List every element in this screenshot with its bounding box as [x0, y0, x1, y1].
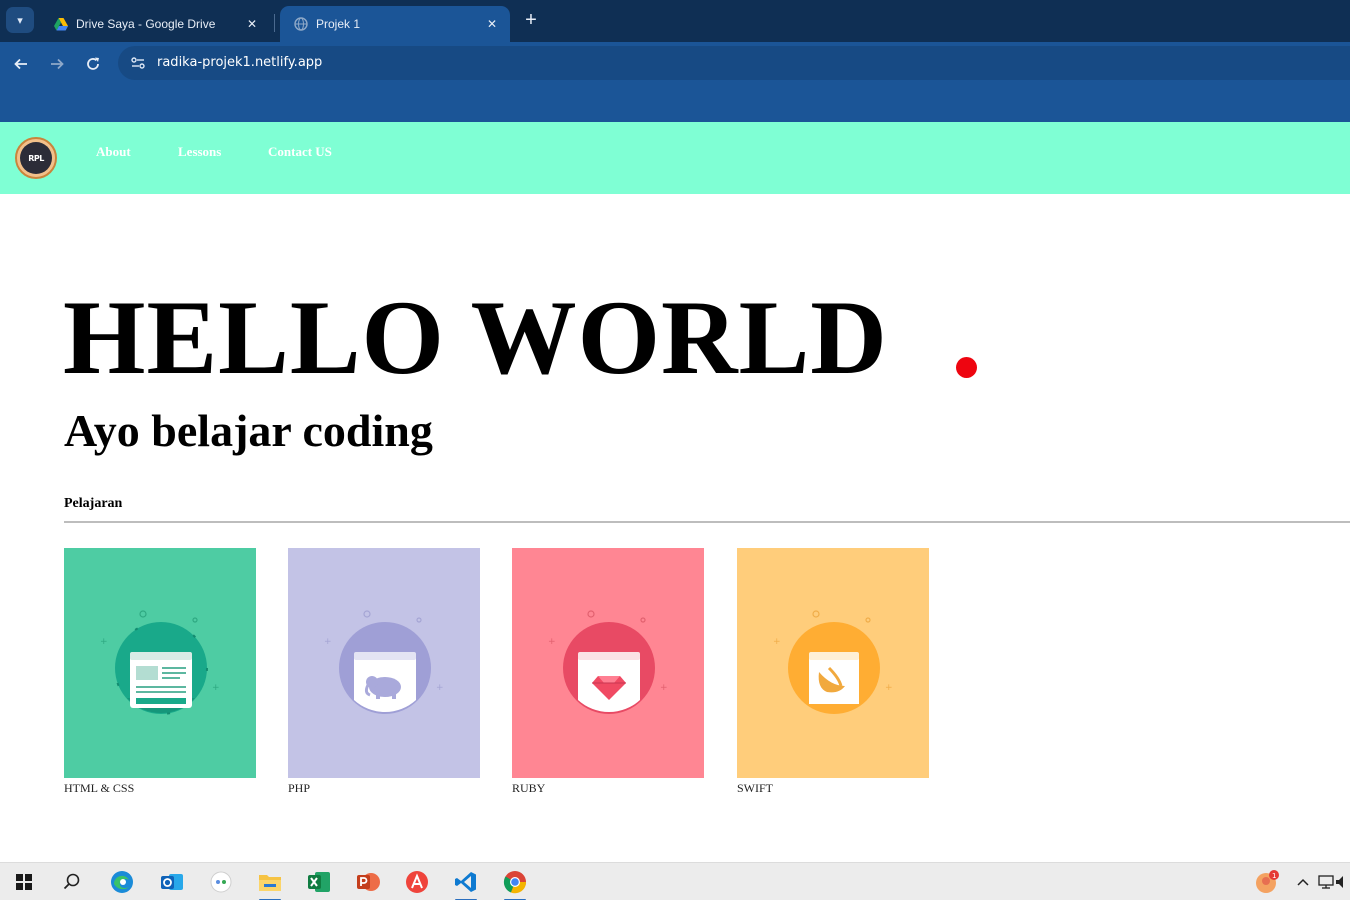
svg-text:+: + — [885, 683, 893, 693]
site-logo[interactable]: RPL — [15, 137, 57, 179]
svg-text:+: + — [773, 637, 781, 647]
lesson-label[interactable]: SWIFT — [737, 781, 773, 796]
search-icon[interactable] — [57, 867, 87, 897]
windows-taskbar: 1 — [0, 862, 1350, 900]
section-title-pelajaran: Pelajaran — [64, 496, 123, 511]
svg-text:+: + — [436, 683, 444, 693]
section-divider — [64, 521, 1350, 523]
vscode-icon[interactable] — [451, 867, 481, 900]
address-bar[interactable]: radika-projek1.netlify.app — [118, 46, 1350, 80]
lesson-label[interactable]: HTML & CSS — [64, 781, 134, 796]
logo-text: RPL — [20, 142, 52, 174]
site-info-icon[interactable] — [130, 55, 146, 71]
reload-button[interactable] — [81, 52, 105, 76]
google-drive-icon — [54, 17, 68, 30]
arrow-left-icon — [14, 58, 27, 70]
windows-start-icon[interactable] — [9, 867, 39, 897]
close-icon[interactable]: ✕ — [484, 17, 500, 31]
close-icon[interactable]: ✕ — [244, 17, 260, 31]
svg-text:+: + — [212, 683, 220, 693]
chrome-icon[interactable] — [500, 867, 530, 900]
nav-about[interactable]: About — [96, 144, 131, 160]
browser-tab-bar: ▾ Drive Saya - Google Drive ✕ Projek 1 ✕… — [0, 0, 1350, 42]
site-header: RPL About Lessons Contact US — [0, 122, 1350, 194]
lesson-card-php[interactable]: + + — [288, 548, 480, 778]
svg-text:+: + — [660, 683, 668, 693]
tab-search-button[interactable]: ▾ — [6, 7, 34, 33]
webpage-icon: + + — [64, 548, 256, 778]
nav-contact-us[interactable]: Contact US — [268, 144, 332, 160]
tab-separator — [274, 14, 275, 32]
hero-title: HELLO WORLD — [63, 279, 888, 396]
nav-lessons[interactable]: Lessons — [178, 144, 221, 160]
tab-title: Drive Saya - Google Drive — [76, 17, 216, 31]
volume-icon[interactable] — [1334, 867, 1350, 897]
gem-icon: + + — [512, 548, 704, 778]
elephant-icon: + + — [288, 548, 480, 778]
excel-icon[interactable] — [304, 867, 334, 897]
svg-text:1: 1 — [1272, 872, 1276, 880]
swift-bird-icon: + + — [737, 548, 929, 778]
lesson-label[interactable]: RUBY — [512, 781, 545, 796]
svg-text:+: + — [100, 637, 108, 647]
reload-icon — [87, 57, 99, 70]
anydesk-icon[interactable] — [402, 867, 432, 897]
svg-text:+: + — [548, 637, 556, 647]
edge-icon[interactable] — [107, 867, 137, 897]
browser-toolbar: radika-projek1.netlify.app — [0, 42, 1350, 122]
arrow-right-icon — [51, 58, 64, 70]
file-explorer-icon[interactable] — [255, 867, 285, 900]
lesson-card-ruby[interactable]: + + — [512, 548, 704, 778]
chevron-down-icon: ▾ — [17, 14, 23, 27]
powerpoint-icon[interactable] — [353, 867, 383, 897]
new-tab-button[interactable]: + — [520, 10, 542, 32]
lesson-card-swift[interactable]: + + — [737, 548, 929, 778]
back-button[interactable] — [9, 52, 33, 76]
forward-button[interactable] — [45, 52, 69, 76]
url-text[interactable]: radika-projek1.netlify.app — [157, 55, 322, 70]
notification-avatar-icon[interactable]: 1 — [1252, 867, 1282, 897]
tab-google-drive[interactable]: Drive Saya - Google Drive ✕ — [40, 6, 270, 42]
outlook-icon[interactable] — [157, 867, 187, 897]
red-dot — [956, 357, 977, 378]
hero-subtitle: Ayo belajar coding — [64, 405, 433, 456]
svg-text:+: + — [324, 637, 332, 647]
lesson-card-html-css[interactable]: + + — [64, 548, 256, 778]
globe-icon — [294, 17, 308, 31]
tab-title: Projek 1 — [316, 17, 361, 31]
tab-projek-1[interactable]: Projek 1 ✕ — [280, 6, 510, 42]
meet-icon[interactable] — [206, 867, 236, 897]
lesson-label[interactable]: PHP — [288, 781, 310, 796]
